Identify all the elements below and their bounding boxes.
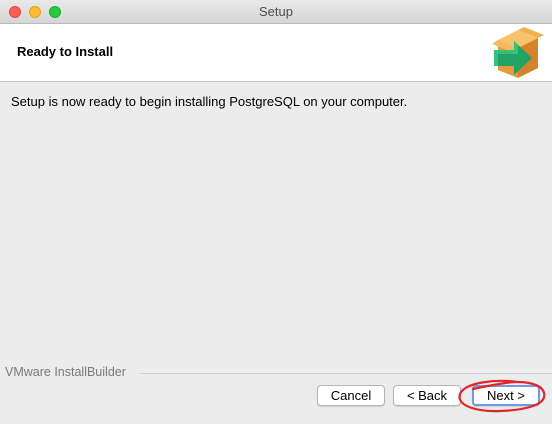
separator-line (140, 373, 552, 374)
brand-separator: VMware InstallBuilder (0, 365, 552, 381)
back-button[interactable]: < Back (393, 385, 461, 406)
window-titlebar[interactable]: Setup (0, 0, 552, 24)
page-title: Ready to Install (17, 44, 114, 59)
cancel-button[interactable]: Cancel (317, 385, 385, 406)
window-title: Setup (259, 4, 293, 19)
page-header: Ready to Install (0, 24, 552, 82)
ready-message: Setup is now ready to begin installing P… (11, 94, 408, 109)
next-button[interactable]: Next > (472, 385, 540, 406)
brand-label: VMware InstallBuilder (5, 365, 130, 379)
box-with-green-arrow-icon (492, 27, 544, 78)
